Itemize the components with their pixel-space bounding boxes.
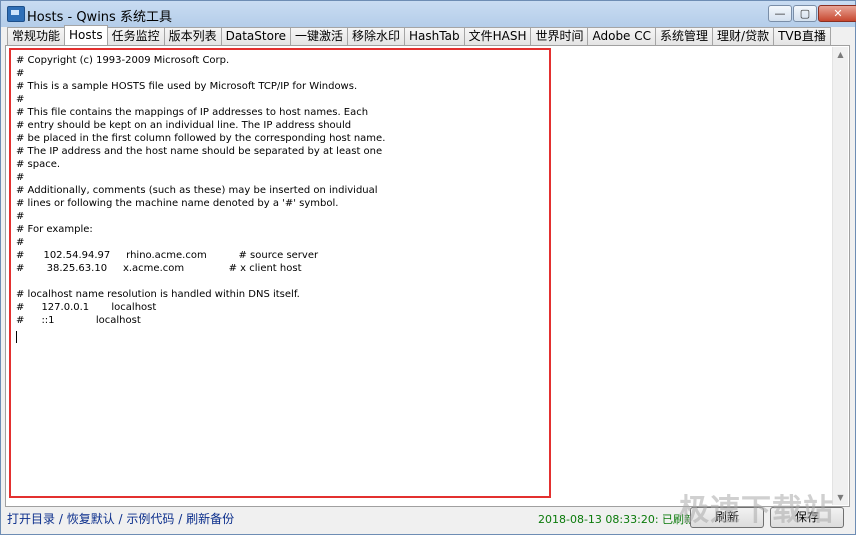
tab-version-list[interactable]: 版本列表 xyxy=(163,27,222,45)
tab-hosts[interactable]: Hosts xyxy=(64,25,108,45)
window-title: Hosts - Qwins 系统工具 xyxy=(27,10,172,25)
title-bar: Hosts - Qwins 系统工具 — ▢ ✕ xyxy=(1,1,856,27)
restore-default-link[interactable]: 恢复默认 xyxy=(67,512,115,526)
tab-finance-loan[interactable]: 理财/贷款 xyxy=(712,27,775,45)
maximize-button[interactable]: ▢ xyxy=(793,5,817,22)
watermark: 极速下载站 xyxy=(679,493,834,528)
text-caret xyxy=(16,331,17,343)
app-window-icon xyxy=(7,6,25,22)
hosts-file-content[interactable]: # Copyright (c) 1993-2009 Microsoft Corp… xyxy=(11,50,549,331)
link-separator: / xyxy=(174,512,187,526)
tab-system-management[interactable]: 系统管理 xyxy=(655,27,714,45)
link-separator: / xyxy=(55,512,67,526)
tab-task-monitor[interactable]: 任务监控 xyxy=(106,27,165,45)
refresh-backup-link[interactable]: 刷新备份 xyxy=(186,512,234,526)
tab-adobe-cc[interactable]: Adobe CC xyxy=(587,27,657,45)
tab-bar: 常规功能 Hosts 任务监控 版本列表 DataStore 一键激活 移除水印 HashTa… xyxy=(7,25,831,45)
tab-tvb-live[interactable]: TVB直播 xyxy=(773,27,831,45)
scroll-up-arrow-icon[interactable]: ▲ xyxy=(833,47,848,62)
vertical-scrollbar[interactable]: ▲ ▼ xyxy=(832,47,848,505)
close-button[interactable]: ✕ xyxy=(818,5,856,22)
hosts-editor[interactable]: # Copyright (c) 1993-2009 Microsoft Corp… xyxy=(9,48,551,498)
open-directory-link[interactable]: 打开目录 xyxy=(7,512,55,526)
tab-hashtab[interactable]: HashTab xyxy=(404,27,465,45)
tab-general[interactable]: 常规功能 xyxy=(7,27,66,45)
sample-code-link[interactable]: 示例代码 xyxy=(126,512,174,526)
status-message: 2018-08-13 08:33:20: 已刷新 xyxy=(538,513,696,526)
footer-links: 打开目录 / 恢复默认 / 示例代码 / 刷新备份 xyxy=(7,510,234,527)
app-window: Hosts - Qwins 系统工具 — ▢ ✕ 常规功能 Hosts 任务监控 版本… xyxy=(0,0,856,535)
minimize-button[interactable]: — xyxy=(768,5,792,22)
tab-file-hash[interactable]: 文件HASH xyxy=(463,27,532,45)
tab-remove-watermark[interactable]: 移除水印 xyxy=(347,27,406,45)
hosts-panel: # Copyright (c) 1993-2009 Microsoft Corp… xyxy=(5,45,850,507)
tab-datastore[interactable]: DataStore xyxy=(220,27,291,45)
tab-one-click-activate[interactable]: 一键激活 xyxy=(290,27,349,45)
link-separator: / xyxy=(114,512,127,526)
scroll-down-arrow-icon[interactable]: ▼ xyxy=(833,490,848,505)
tab-world-time[interactable]: 世界时间 xyxy=(530,27,589,45)
